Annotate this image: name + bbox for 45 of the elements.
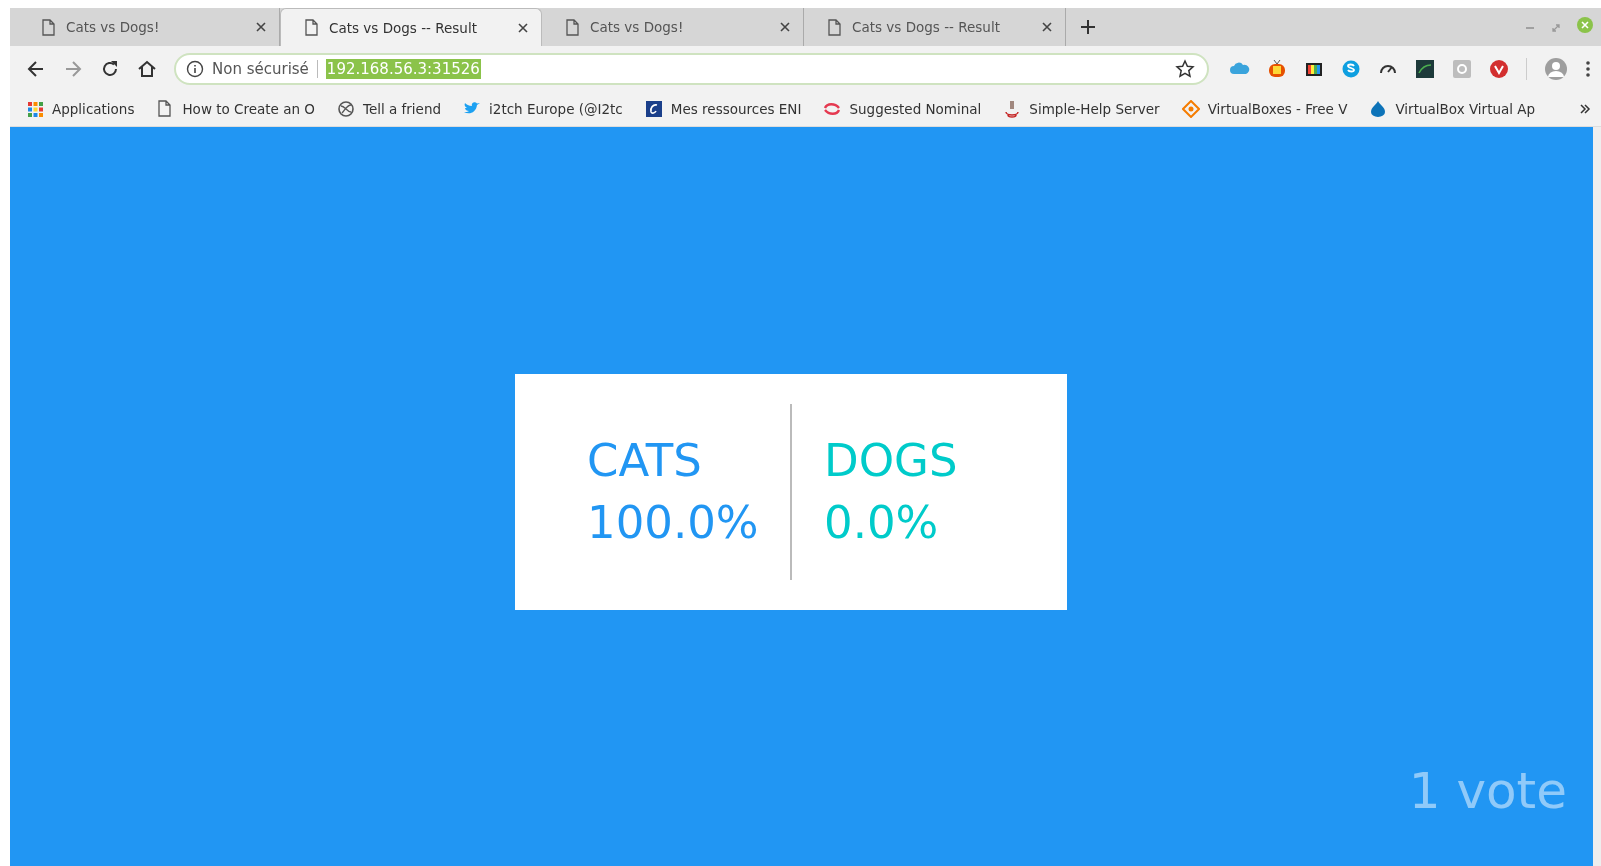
bookmark[interactable]: Simple-Help Server [1003,100,1160,118]
close-icon[interactable] [779,21,791,33]
tower-icon [1003,100,1022,118]
close-icon[interactable] [517,21,529,34]
bookmark[interactable]: Suggested Nominal [823,100,982,118]
bookmark[interactable]: How to Create an O [156,100,315,118]
skype-icon[interactable] [1341,59,1361,79]
bookmark[interactable]: Tell a friend [336,100,442,118]
percent-value: 0.0% [824,494,940,551]
bookmark[interactable]: Applications [26,100,135,118]
security-label[interactable]: Non sécurisé [212,60,309,78]
swirl-icon [823,100,842,118]
new-tab-icon[interactable] [1080,19,1096,35]
bookmark[interactable]: Mes ressources ENI [644,100,802,118]
choice-label: DOGS [824,432,959,489]
bookmark[interactable]: VirtualBoxes - Free V [1181,100,1348,118]
close-icon[interactable] [255,21,267,33]
vote-count: 1 vote [1408,762,1567,820]
bookmark[interactable]: VirtualBox Virtual Ap [1369,100,1536,118]
logo-icon [644,100,663,118]
bookmark[interactable]: i2tch Europe (@I2tc [463,100,623,118]
globe-icon [336,100,355,118]
address-bar[interactable]: Non sécurisé 192.168.56.3:31526 [174,53,1209,85]
avatar-icon[interactable] [1544,57,1568,81]
scrollbar[interactable] [1593,127,1601,866]
home-icon[interactable] [137,59,157,79]
close-icon[interactable] [1041,21,1053,33]
diamond-icon [1181,100,1200,118]
browser-tab[interactable]: Cats vs Dogs -- Result [280,8,542,46]
choice-label: CATS [587,432,703,489]
drop-icon [1369,100,1388,118]
star-icon[interactable] [1175,59,1195,79]
forward-icon[interactable] [63,59,83,79]
back-icon[interactable] [26,59,46,79]
page-icon [40,18,56,36]
menu-icon[interactable] [1585,60,1591,78]
reload-icon[interactable] [100,59,120,79]
apps-icon [26,100,44,118]
chart-icon[interactable] [1415,59,1435,79]
info-icon[interactable] [186,60,204,78]
percent-value: 100.0% [587,494,757,551]
page-icon [303,19,319,36]
chevron-icon[interactable] [1579,103,1592,115]
page-icon [564,18,580,36]
page-icon [826,18,842,36]
